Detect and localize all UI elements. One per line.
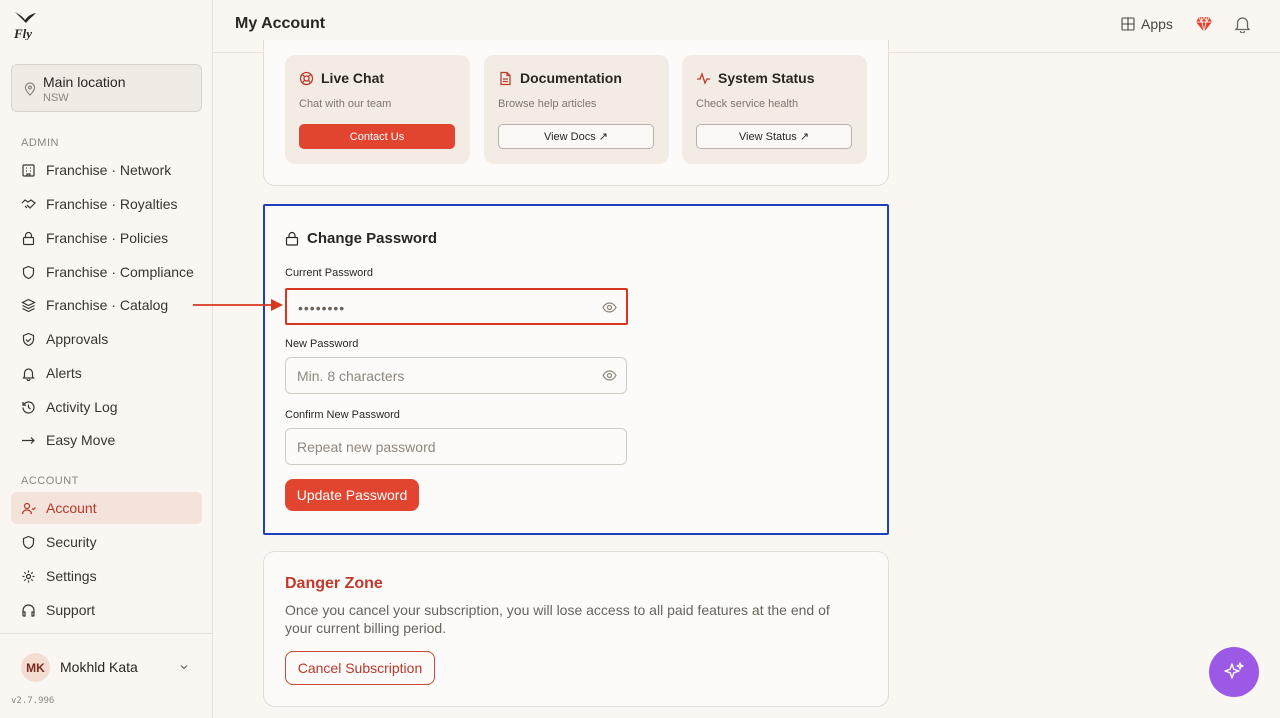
lock-icon — [21, 231, 36, 246]
change-password-card: Change Password Current Password •••••••… — [263, 204, 889, 535]
chevron-down-icon[interactable] — [178, 661, 190, 673]
sidebar-item-franchise-network[interactable]: Franchise · Network — [11, 154, 202, 186]
confirm-password-label: Confirm New Password — [285, 409, 400, 421]
tile-title: Live Chat — [321, 70, 385, 86]
danger-zone-text: Once you cancel your subscription, you w… — [285, 602, 830, 636]
new-password-label: New Password — [285, 338, 359, 350]
sidebar-item-label: Franchise · Policies — [46, 230, 169, 246]
account-section-label: ACCOUNT — [21, 475, 79, 487]
apps-label: Apps — [1141, 16, 1173, 32]
new-password-placeholder: Min. 8 characters — [297, 368, 405, 384]
sidebar-item-account[interactable]: Account — [11, 492, 202, 524]
sidebar-item-label: Account — [46, 500, 97, 516]
fly-logo[interactable]: Fly — [12, 10, 38, 40]
sidebar-item-label: Franchise · Royalties — [46, 196, 178, 212]
current-password-label: Current Password — [285, 267, 374, 279]
lock-icon — [285, 231, 299, 246]
layers-icon — [21, 298, 36, 313]
eye-icon[interactable] — [602, 369, 617, 382]
document-icon — [500, 71, 511, 86]
sidebar-item-franchise-policies[interactable]: Franchise · Policies — [11, 222, 202, 254]
current-password-input[interactable]: •••••••• — [285, 288, 628, 325]
sidebar-item-label: Franchise · Network — [46, 162, 172, 178]
bell-icon[interactable] — [1234, 15, 1251, 33]
tile-subtitle: Check service health — [696, 98, 799, 110]
update-password-button[interactable]: Update Password — [285, 479, 419, 511]
view-status-button[interactable]: View Status ↗ — [696, 124, 852, 149]
confirm-password-input[interactable]: Repeat new password — [285, 428, 627, 465]
apps-button[interactable]: Apps — [1121, 16, 1173, 32]
location-region: NSW — [43, 92, 69, 104]
user-icon — [21, 501, 36, 516]
sidebar-item-label: Security — [46, 534, 97, 550]
admin-section-label: ADMIN — [21, 137, 59, 149]
shield-icon — [21, 535, 36, 550]
shield-check-icon — [21, 332, 36, 347]
map-pin-icon — [24, 82, 36, 96]
grid-icon — [1121, 17, 1135, 31]
confirm-password-placeholder: Repeat new password — [297, 439, 436, 455]
sidebar-item-support[interactable]: Support — [11, 594, 202, 626]
app-version: v2.7.996 — [11, 696, 55, 706]
activity-icon — [697, 72, 710, 85]
support-tile-live-chat: Live Chat Chat with our team Contact Us — [285, 55, 470, 164]
sidebar-item-activity-log[interactable]: Activity Log — [11, 391, 202, 423]
ai-assistant-button[interactable] — [1209, 647, 1259, 697]
handshake-icon — [21, 197, 36, 212]
tile-title: Documentation — [520, 70, 622, 86]
sidebar-item-label: Settings — [46, 568, 97, 584]
arrow-right-icon — [21, 433, 36, 448]
support-card: Live Chat Chat with our team Contact Us … — [263, 40, 889, 186]
tile-title: System Status — [718, 70, 815, 86]
tile-subtitle: Chat with our team — [299, 98, 392, 110]
danger-zone-card: Danger Zone Once you cancel your subscri… — [263, 551, 889, 707]
avatar: MK — [21, 653, 50, 682]
location-selector[interactable]: Main location NSW — [11, 64, 202, 112]
sidebar-item-label: Activity Log — [46, 399, 118, 415]
lifebuoy-icon — [299, 71, 314, 86]
sidebar-item-settings[interactable]: Settings — [11, 560, 202, 592]
sidebar: Fly Main location NSW ADMIN Franchise · … — [0, 0, 213, 718]
arrow-right-icon — [193, 299, 283, 311]
sidebar-item-security[interactable]: Security — [11, 526, 202, 558]
view-docs-button[interactable]: View Docs ↗ — [498, 124, 654, 149]
gear-icon — [21, 569, 36, 584]
sidebar-item-franchise-catalog[interactable]: Franchise · Catalog — [11, 289, 202, 321]
new-password-input[interactable]: Min. 8 characters — [285, 357, 627, 394]
location-name: Main location — [43, 74, 126, 90]
page-title: My Account — [235, 15, 326, 32]
sparkle-icon — [1224, 662, 1244, 679]
history-icon — [21, 400, 36, 415]
eye-icon[interactable] — [602, 301, 617, 314]
support-tile-documentation: Documentation Browse help articles View … — [484, 55, 669, 164]
building-icon — [21, 163, 36, 178]
sidebar-item-label: Franchise · Catalog — [46, 297, 169, 313]
sidebar-item-easy-move[interactable]: Easy Move — [11, 424, 202, 456]
change-password-title: Change Password — [307, 230, 438, 247]
tile-subtitle: Browse help articles — [498, 98, 597, 110]
sidebar-item-label: Alerts — [46, 365, 82, 381]
bell-icon — [21, 366, 36, 381]
sidebar-item-franchise-royalties[interactable]: Franchise · Royalties — [11, 188, 202, 220]
user-name: Mokhld Kata — [60, 659, 138, 675]
sidebar-item-franchise-compliance[interactable]: Franchise · Compliance — [11, 256, 202, 288]
support-tile-system-status: System Status Check service health View … — [682, 55, 867, 164]
cancel-subscription-button[interactable]: Cancel Subscription — [285, 651, 435, 685]
gem-icon[interactable] — [1195, 15, 1213, 33]
contact-us-button[interactable]: Contact Us — [299, 124, 455, 149]
sidebar-item-alerts[interactable]: Alerts — [11, 357, 202, 389]
headset-icon — [21, 603, 36, 618]
user-menu[interactable]: MK Mokhld Kata v2.7.996 — [0, 633, 212, 718]
shield-icon — [21, 265, 36, 280]
current-password-value: •••••••• — [298, 300, 346, 316]
sidebar-item-approvals[interactable]: Approvals — [11, 323, 202, 355]
sidebar-item-label: Easy Move — [46, 432, 116, 448]
svg-text:Fly: Fly — [13, 26, 32, 40]
sidebar-item-label: Support — [46, 602, 96, 618]
danger-zone-title: Danger Zone — [285, 575, 383, 592]
sidebar-item-label: Franchise · Compliance — [46, 264, 194, 280]
sidebar-item-label: Approvals — [46, 331, 109, 347]
